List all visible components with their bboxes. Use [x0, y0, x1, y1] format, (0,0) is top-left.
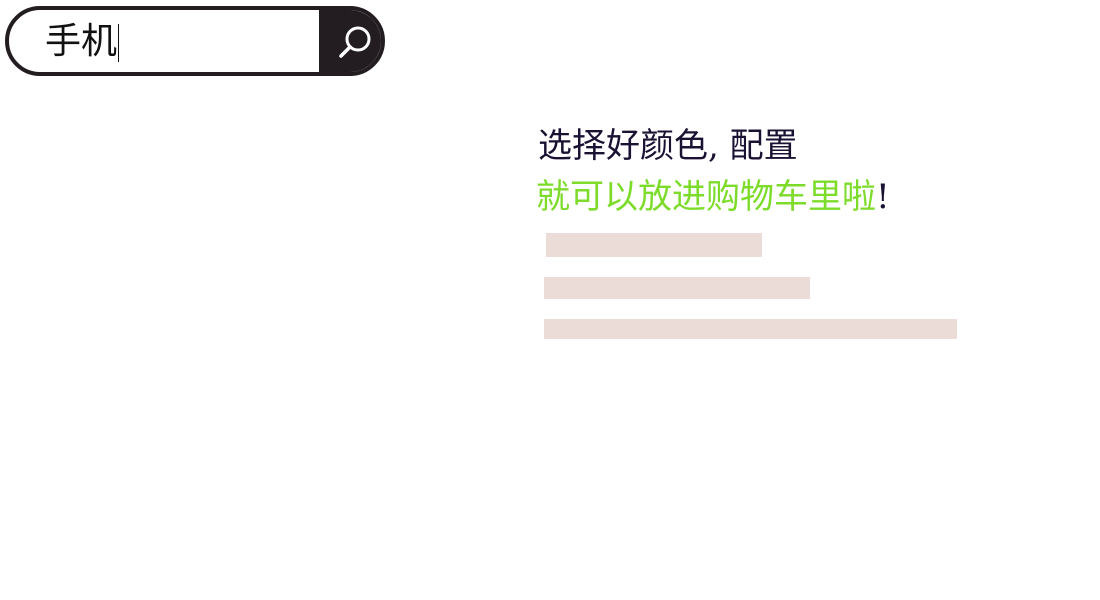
promo-text-line-2-main: 就可以放进购物车里啦 [536, 177, 876, 217]
search-icon [339, 26, 371, 58]
text-caret [118, 24, 120, 62]
page: 手机 选择好颜色, 配置 就可以放进购物车里啦! [0, 0, 1100, 600]
placeholder-bar [546, 233, 762, 257]
placeholder-bar [544, 277, 810, 299]
search-input-value: 手机 [45, 21, 118, 62]
placeholder-bar [544, 319, 957, 339]
search-input[interactable]: 手机 [45, 18, 315, 66]
promo-text-line-2: 就可以放进购物车里啦! [536, 175, 890, 219]
promo-text-line-1: 选择好颜色, 配置 [538, 126, 798, 166]
promo-text-exclamation: ! [876, 177, 890, 217]
search-button[interactable] [319, 10, 381, 72]
search-bar: 手机 [5, 6, 385, 76]
